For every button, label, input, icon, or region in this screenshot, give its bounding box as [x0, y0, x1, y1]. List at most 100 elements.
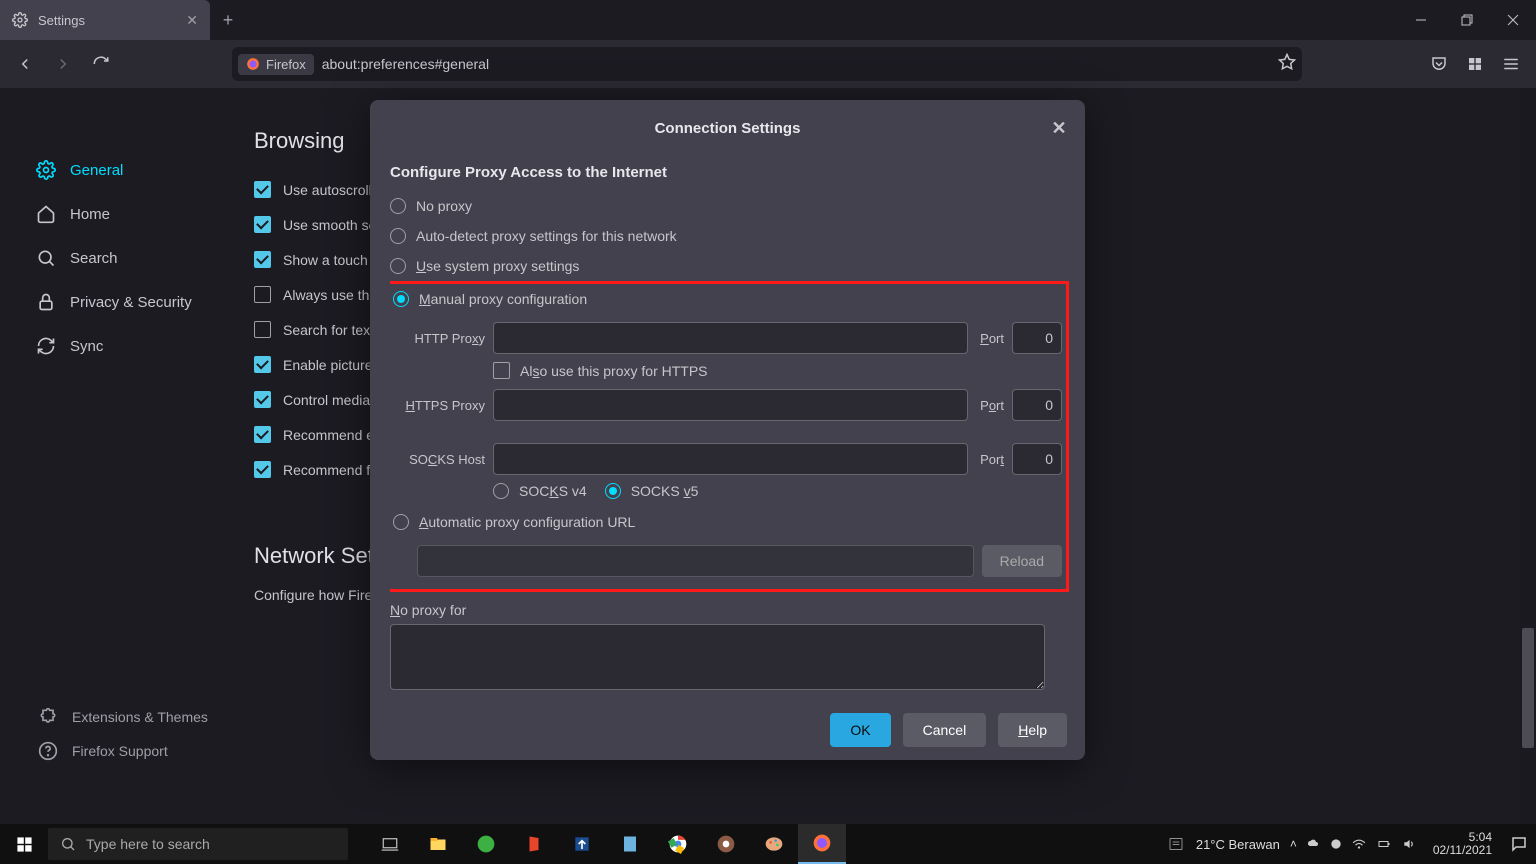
close-icon[interactable]: ✕ — [186, 12, 198, 29]
weather-text[interactable]: 21°C Berawan — [1196, 837, 1280, 852]
forward-button[interactable] — [46, 47, 80, 81]
chrome-canary-icon[interactable] — [702, 824, 750, 864]
help-button[interactable]: Help — [998, 713, 1067, 747]
reload-button[interactable] — [84, 47, 118, 81]
extensions-icon[interactable] — [1458, 47, 1492, 81]
chrome-icon[interactable] — [654, 824, 702, 864]
bookmark-star-icon[interactable] — [1278, 53, 1296, 76]
lock-icon — [36, 292, 56, 312]
checkbox[interactable] — [254, 391, 271, 408]
https-proxy-input[interactable] — [493, 389, 968, 421]
checkbox[interactable] — [254, 426, 271, 443]
office-icon[interactable] — [510, 824, 558, 864]
notepad-icon[interactable] — [606, 824, 654, 864]
sync-icon — [36, 336, 56, 356]
app-icon-2[interactable] — [558, 824, 606, 864]
start-button[interactable] — [0, 824, 48, 864]
radio-socks5[interactable]: SOCKS v5 — [605, 483, 699, 499]
maximize-button[interactable] — [1444, 0, 1490, 40]
url-text: about:preferences#general — [322, 56, 489, 72]
battery-icon[interactable] — [1375, 838, 1393, 850]
radio-auto-url[interactable]: Automatic proxy configuration URL — [393, 507, 1062, 537]
sidebar-item-search[interactable]: Search — [36, 236, 230, 280]
url-bar[interactable]: Firefox about:preferences#general — [232, 47, 1302, 81]
sidebar-item-privacy[interactable]: Privacy & Security — [36, 280, 230, 324]
sidebar-extensions[interactable]: Extensions & Themes — [38, 700, 208, 734]
sidebar-item-general[interactable]: General — [36, 148, 230, 192]
checkbox[interactable] — [254, 461, 271, 478]
new-tab-button[interactable]: + — [210, 0, 246, 40]
ok-button[interactable]: OK — [830, 713, 890, 747]
taskbar-apps — [366, 824, 846, 864]
http-proxy-input[interactable] — [493, 322, 968, 354]
close-window-button[interactable] — [1490, 0, 1536, 40]
checkbox[interactable] — [254, 321, 271, 338]
https-proxy-label: HTTPS Proxy — [393, 398, 485, 413]
checkbox[interactable] — [254, 356, 271, 373]
app-icon-1[interactable] — [462, 824, 510, 864]
volume-icon[interactable] — [1401, 837, 1417, 851]
news-icon[interactable] — [1166, 836, 1186, 852]
search-icon — [60, 836, 76, 852]
page-scrollbar[interactable] — [1520, 88, 1536, 824]
http-proxy-label: HTTP Proxy — [393, 331, 485, 346]
sidebar-item-sync[interactable]: Sync — [36, 324, 230, 368]
checkbox[interactable] — [254, 251, 271, 268]
wifi-icon[interactable] — [1351, 837, 1367, 851]
sidebar-support[interactable]: Firefox Support — [38, 734, 208, 768]
paint-icon[interactable] — [750, 824, 798, 864]
socks-port-input[interactable] — [1012, 443, 1062, 475]
dialog-header: Connection Settings ✕ — [370, 100, 1085, 156]
radio-socks4[interactable]: SOCKS v4 — [493, 483, 587, 499]
also-use-https-checkbox[interactable]: Also use this proxy for HTTPS — [493, 362, 1062, 379]
chevron-up-icon[interactable]: ˄ — [1290, 837, 1297, 851]
reload-button[interactable]: Reload — [982, 545, 1062, 577]
clock[interactable]: 5:04 02/11/2021 — [1433, 831, 1492, 857]
port-label: Port — [980, 452, 1004, 467]
gear-icon — [36, 160, 56, 180]
back-button[interactable] — [8, 47, 42, 81]
explorer-icon[interactable] — [414, 824, 462, 864]
search-icon — [36, 248, 56, 268]
no-proxy-for-input[interactable] — [390, 624, 1045, 690]
menu-icon[interactable] — [1494, 47, 1528, 81]
help-icon — [38, 741, 58, 761]
firefox-icon[interactable] — [798, 824, 846, 864]
windows-icon — [16, 836, 33, 853]
http-port-input[interactable] — [1012, 322, 1062, 354]
minimize-button[interactable] — [1398, 0, 1444, 40]
taskbar-search[interactable]: Type here to search — [48, 828, 348, 860]
cancel-button[interactable]: Cancel — [903, 713, 987, 747]
notifications-icon[interactable] — [1510, 835, 1528, 853]
https-port-input[interactable] — [1012, 389, 1062, 421]
onedrive-icon[interactable] — [1305, 838, 1321, 850]
checkbox[interactable] — [254, 181, 271, 198]
home-icon — [36, 204, 56, 224]
radio-manual[interactable]: Manual proxy configuration — [393, 284, 1062, 314]
highlight-box: Manual proxy configuration HTTP Proxy Po… — [390, 281, 1069, 592]
close-icon[interactable]: ✕ — [1043, 112, 1075, 144]
task-view-icon[interactable] — [366, 824, 414, 864]
radio-auto-detect[interactable]: Auto-detect proxy settings for this netw… — [390, 221, 1065, 251]
radio-no-proxy[interactable]: No proxy — [390, 191, 1065, 221]
taskbar: Type here to search 21°C Berawan ˄ 5:04 … — [0, 824, 1536, 864]
dialog-scroll[interactable]: Configure Proxy Access to the Internet N… — [390, 156, 1071, 700]
checkbox[interactable] — [254, 286, 271, 303]
radio-system[interactable]: Use system proxy settings — [390, 251, 1065, 281]
auto-config-url-input[interactable] — [417, 545, 974, 577]
identity-badge[interactable]: Firefox — [238, 54, 314, 75]
pocket-icon[interactable] — [1422, 47, 1456, 81]
sidebar: General Home Search Privacy & Security S… — [0, 88, 230, 824]
no-proxy-for-label: No proxy for — [390, 602, 1065, 618]
navbar: Firefox about:preferences#general — [0, 40, 1536, 88]
connection-settings-dialog: Connection Settings ✕ Configure Proxy Ac… — [370, 100, 1085, 760]
checkbox[interactable] — [254, 216, 271, 233]
dialog-heading: Configure Proxy Access to the Internet — [390, 164, 1065, 181]
sidebar-item-home[interactable]: Home — [36, 192, 230, 236]
browser-tab[interactable]: Settings ✕ — [0, 0, 210, 40]
socks-host-input[interactable] — [493, 443, 968, 475]
gear-icon — [12, 12, 28, 28]
app-tray-icon[interactable] — [1329, 837, 1343, 851]
puzzle-icon — [38, 707, 58, 727]
port-label: Port — [980, 331, 1004, 346]
